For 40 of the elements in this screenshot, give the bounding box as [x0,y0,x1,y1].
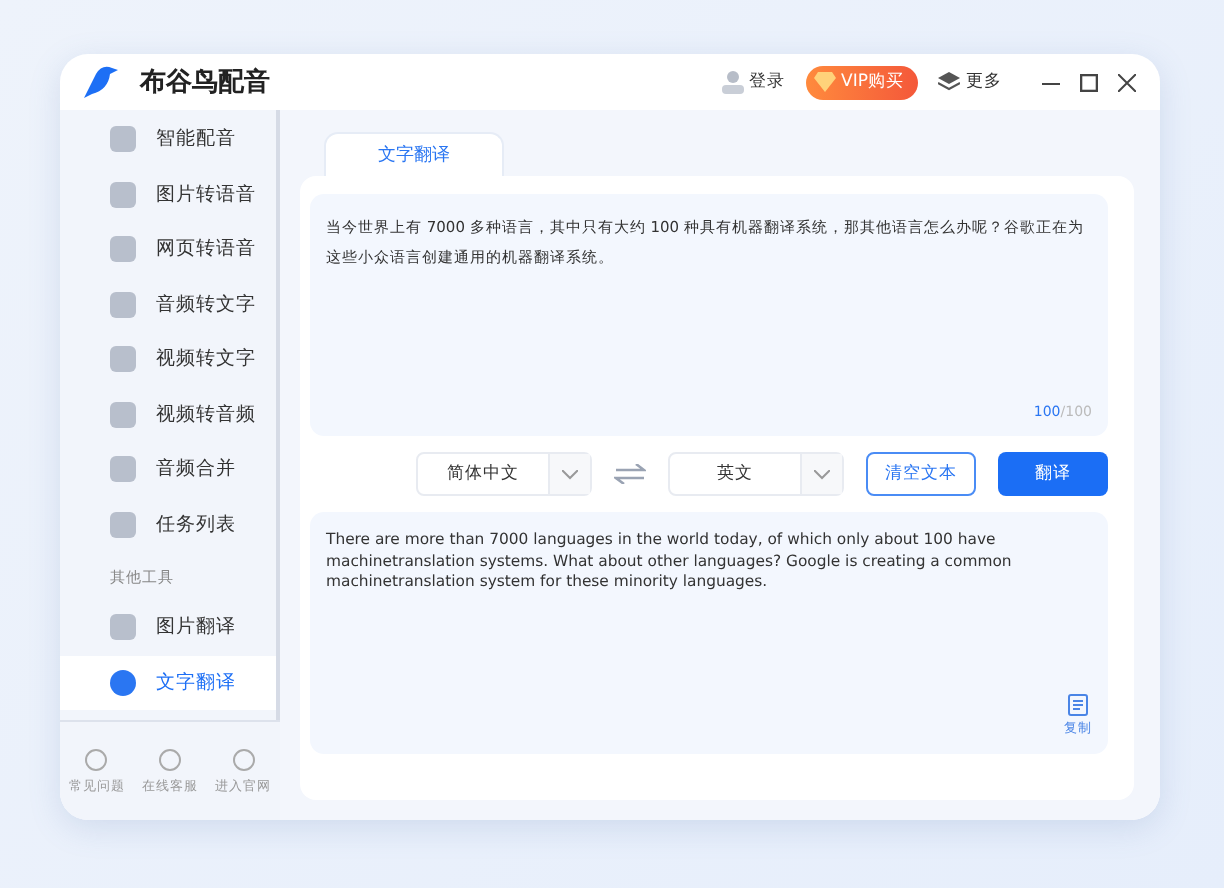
sidebar-item[interactable]: 音频合并 [60,442,276,497]
translate-button[interactable]: 翻译 [998,452,1108,496]
tool-icon [110,181,136,208]
chevron-down-icon [562,469,578,479]
maximize-icon[interactable] [1080,73,1098,91]
tool-icon [110,614,136,641]
sidebar-item[interactable]: 图片转语音 [60,167,276,222]
app-title: 布谷鸟配音 [140,65,270,100]
circle-icon [231,747,256,771]
tool-icon [110,236,136,263]
tool-icon [110,346,136,373]
clear-text-button[interactable]: 清空文本 [866,452,976,496]
tool-icon [110,511,136,538]
sidebar-item[interactable]: 智能配音 [60,112,276,167]
target-language-select[interactable]: 英文 [668,452,844,496]
source-language-select[interactable]: 简体中文 [416,452,592,496]
tool-icon [110,669,136,696]
sidebar-item[interactable]: 音频转文字 [60,277,276,332]
sidebar-item[interactable]: 网页转语音 [60,222,276,277]
more-button[interactable]: 更多 [938,70,1002,94]
tab[interactable]: 文字翻译 [324,132,504,176]
user-icon [721,70,744,94]
tool-icon [110,126,136,153]
circle-icon [157,747,182,771]
sidebar-item[interactable]: 文字翻译 [60,655,276,710]
chevron-down-icon [814,469,830,479]
sidebar-item[interactable]: 视频转音频 [60,387,276,442]
layers-icon [938,72,960,92]
tool-icon [110,401,136,428]
tool-icon [110,456,136,483]
document-icon [1068,694,1088,716]
login-button[interactable]: 登录 [721,70,786,94]
bird-logo-icon [80,64,120,100]
close-icon[interactable] [1118,73,1136,91]
diamond-icon [813,72,836,92]
circle-icon [84,747,109,771]
sidebar-item[interactable]: 视频转文字 [60,332,276,387]
sidebar-item[interactable]: 任务列表 [60,497,276,552]
tool-icon [110,291,136,318]
sidebar-item[interactable]: 图片翻译 [60,600,276,655]
